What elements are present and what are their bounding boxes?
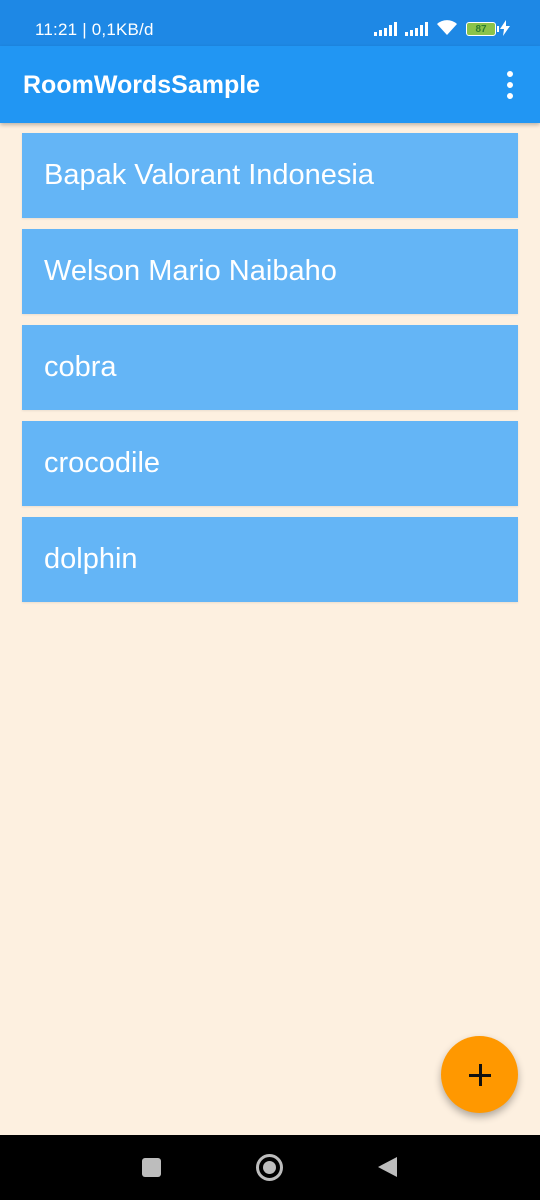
add-word-button[interactable] [441,1036,518,1113]
status-icons: 87 [374,20,510,36]
list-item[interactable]: cobra [22,325,518,410]
wifi-icon [437,20,457,35]
battery-icon: 87 [466,22,499,36]
navigation-bar [0,1135,540,1200]
signal-icon [374,22,397,36]
status-time: 11:21 | 0,1KB/d [35,20,154,39]
signal-icon [405,22,428,36]
word-list: Bapak Valorant Indonesia Welson Mario Na… [22,133,518,613]
list-item[interactable]: dolphin [22,517,518,602]
list-item[interactable]: Welson Mario Naibaho [22,229,518,314]
app-bar: RoomWordsSample [0,46,540,123]
app-title: RoomWordsSample [23,71,261,99]
list-item-label: Bapak Valorant Indonesia [44,159,374,191]
list-item[interactable]: crocodile [22,421,518,506]
charging-icon [500,20,510,36]
status-bar: 11:21 | 0,1KB/d 87 [0,0,540,46]
list-item-label: crocodile [44,447,161,479]
list-item-label: dolphin [44,543,138,575]
list-item[interactable]: Bapak Valorant Indonesia [22,133,518,218]
more-vert-icon[interactable] [498,71,522,99]
plus-icon [468,1063,491,1086]
back-icon[interactable] [378,1157,397,1177]
list-item-label: Welson Mario Naibaho [44,255,337,287]
battery-level: 87 [475,23,487,35]
home-icon[interactable] [256,1154,283,1181]
list-item-label: cobra [44,351,117,383]
recents-icon[interactable] [142,1158,161,1177]
